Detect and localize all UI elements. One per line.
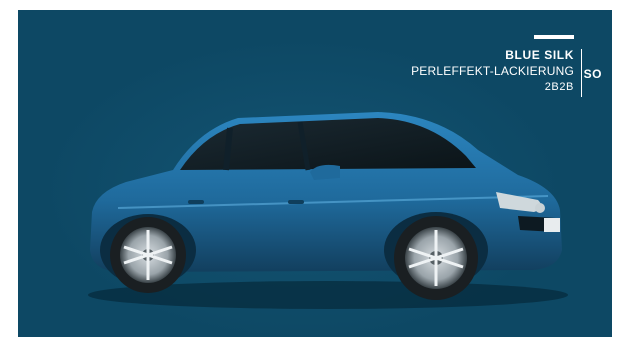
label-divider: [581, 49, 582, 97]
color-swatch-panel: BLUE SILK PERLEFFEKT-LACKIERUNG 2B2B SO: [18, 10, 612, 337]
paint-name: BLUE SILK: [505, 48, 574, 62]
paint-label: BLUE SILK PERLEFFEKT-LACKIERUNG 2B2B: [411, 35, 582, 97]
license-plate: [544, 218, 560, 232]
label-accent-bar: [534, 35, 574, 39]
car-image: [78, 100, 578, 315]
paint-type: PERLEFFEKT-LACKIERUNG: [411, 64, 574, 78]
brand-logo-icon: [535, 203, 545, 213]
rear-wheel: [110, 217, 186, 293]
paint-code-number: 2B2B: [544, 81, 574, 93]
car-illustration-icon: [88, 112, 568, 309]
paint-short-code: SO: [583, 67, 602, 81]
front-wheel: [394, 216, 478, 300]
